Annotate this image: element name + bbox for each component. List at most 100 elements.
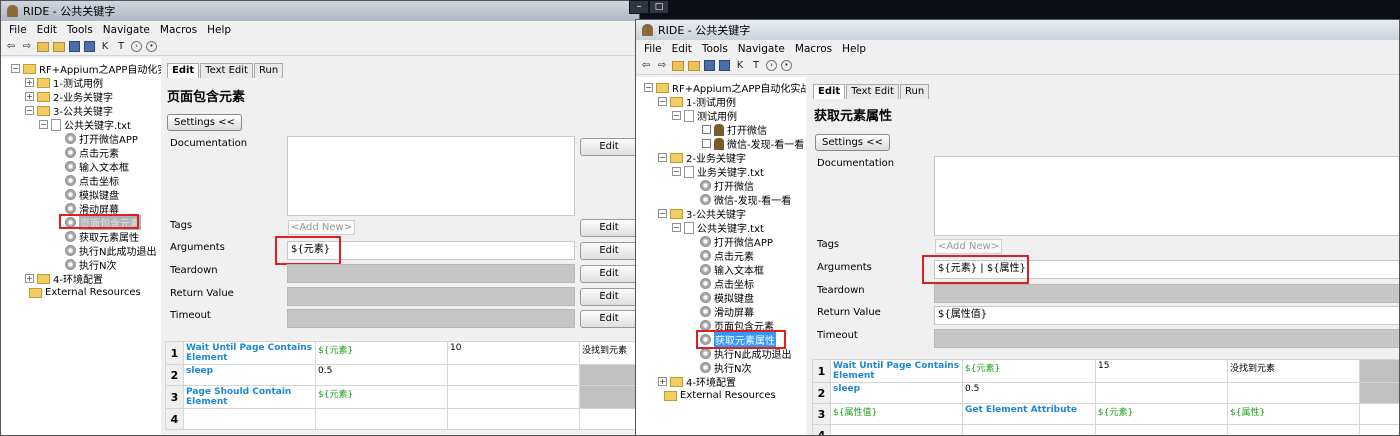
menu-macros[interactable]: Macros (795, 43, 832, 55)
row-number[interactable]: 2 (165, 364, 184, 386)
open-project-icon[interactable] (672, 60, 684, 71)
row-number[interactable]: 4 (165, 408, 184, 430)
collapse-icon[interactable]: − (39, 120, 48, 129)
grid-cell[interactable]: 15 (1095, 359, 1228, 383)
menu-help[interactable]: Help (207, 24, 231, 36)
collapse-icon[interactable]: − (11, 64, 20, 73)
grid-cell[interactable]: ${元素} (315, 341, 448, 365)
grid-cell[interactable] (1227, 424, 1360, 435)
tab-run[interactable]: Run (253, 63, 284, 78)
tree-keyword[interactable]: 输入文本框 (700, 263, 764, 277)
tree-folder-common[interactable]: − 3-公共关键字 (658, 207, 746, 221)
collapse-icon[interactable]: − (658, 97, 667, 106)
teardown-field[interactable] (934, 284, 1399, 303)
teardown-field[interactable] (287, 264, 575, 283)
tree-keyword[interactable]: 模拟键盘 (65, 188, 119, 202)
tab-edit[interactable]: Edit (813, 84, 846, 99)
search-tests-icon[interactable]: T (115, 41, 127, 53)
tree-folder-business[interactable]: − 2-业务关键字 (658, 151, 746, 165)
grid-cell[interactable]: Page Should Contain Element (183, 385, 316, 409)
expand-icon[interactable]: + (25, 78, 34, 87)
grid-cell[interactable] (447, 364, 580, 386)
expand-icon[interactable]: + (658, 377, 667, 386)
timeout-field[interactable] (934, 329, 1399, 348)
tree-file-testcases[interactable]: − 测试用例 (672, 109, 737, 123)
grid-cell[interactable]: 0.5 (962, 382, 1096, 404)
open-directory-icon[interactable] (688, 60, 700, 71)
tree-keyword[interactable]: 执行N此成功退出 (65, 244, 156, 258)
menu-edit[interactable]: Edit (37, 24, 57, 36)
grid-cell[interactable] (183, 408, 316, 430)
menu-navigate[interactable]: Navigate (103, 24, 150, 36)
maximize-icon[interactable]: □ (649, 0, 669, 14)
save-icon[interactable] (704, 60, 715, 71)
grid-cell[interactable]: Wait Until Page Contains Element (830, 359, 963, 383)
grid-cell[interactable] (1095, 424, 1228, 435)
minimize-icon[interactable]: – (629, 0, 649, 14)
grid-cell[interactable]: 10 (447, 341, 580, 365)
back-icon[interactable]: ⇦ (640, 60, 652, 72)
settings-button[interactable]: Settings << (815, 134, 890, 151)
return-value-field[interactable]: ${属性值} (934, 306, 1399, 325)
tree-keyword[interactable]: 滑动屏幕 (700, 305, 754, 319)
grid-cell[interactable] (1227, 382, 1360, 404)
menu-file[interactable]: File (644, 43, 662, 55)
collapse-icon[interactable]: − (672, 167, 681, 176)
save-all-icon[interactable] (84, 41, 95, 52)
tree-keyword[interactable]: 点击元素 (65, 146, 119, 160)
return-value-edit-button[interactable]: Edit (580, 288, 638, 306)
tree-root[interactable]: − RF+Appium之APP自动化实 (11, 62, 161, 76)
checkbox-icon[interactable] (702, 139, 711, 148)
tree-keyword[interactable]: 执行N次 (65, 258, 116, 272)
tags-edit-button[interactable]: Edit (580, 219, 638, 237)
tree-root[interactable]: − RF+Appium之APP自动化实战 (644, 81, 806, 95)
tree-keyword[interactable]: 输入文本框 (65, 160, 129, 174)
grid-cell[interactable]: 没找到元素 (1227, 359, 1360, 383)
tree-keyword[interactable]: 模拟键盘 (700, 291, 754, 305)
settings-button[interactable]: Settings << (167, 114, 242, 131)
grid-cell[interactable]: ${属性值} (830, 403, 963, 425)
grid-cell[interactable]: 没找到元素 (579, 341, 639, 365)
tree-folder-common[interactable]: − 3-公共关键字 (25, 104, 113, 118)
tree-external-resources[interactable]: External Resources (664, 389, 776, 402)
menu-macros[interactable]: Macros (160, 24, 197, 36)
grid-cell[interactable] (830, 424, 963, 435)
tags-add-new[interactable]: <Add New> (288, 220, 356, 235)
grid-cell[interactable]: Get Element Attribute (962, 403, 1096, 425)
grid-cell[interactable] (579, 364, 639, 386)
tab-text-edit[interactable]: Text Edit (846, 84, 899, 99)
open-directory-icon[interactable] (53, 41, 65, 52)
forward-icon[interactable]: ⇨ (21, 41, 33, 53)
row-number[interactable]: 1 (812, 359, 831, 383)
grid-cell[interactable] (447, 408, 580, 430)
stop-icon[interactable]: • (781, 60, 792, 71)
menu-tools[interactable]: Tools (702, 43, 728, 55)
expand-icon[interactable]: + (25, 92, 34, 101)
row-number[interactable]: 2 (812, 382, 831, 404)
save-icon[interactable] (69, 41, 80, 52)
tree-keyword[interactable]: 打开微信APP (700, 235, 773, 249)
back-icon[interactable]: ⇦ (5, 41, 17, 53)
grid-cell[interactable] (962, 424, 1096, 435)
grid-cell[interactable] (1095, 382, 1228, 404)
timeout-field[interactable] (287, 309, 575, 328)
tree-external-resources[interactable]: External Resources (29, 286, 141, 299)
menu-file[interactable]: File (9, 24, 27, 36)
grid-cell[interactable]: Wait Until Page Contains Element (183, 341, 316, 365)
tree-keyword[interactable]: 打开微信APP (65, 132, 138, 146)
grid-cell[interactable]: ${元素} (1095, 403, 1228, 425)
tab-run[interactable]: Run (899, 84, 930, 99)
row-number[interactable]: 3 (165, 385, 184, 409)
row-number[interactable]: 3 (812, 403, 831, 425)
checkbox-icon[interactable] (702, 125, 711, 134)
grid-cell[interactable] (447, 385, 580, 409)
grid-cell[interactable] (1359, 382, 1399, 404)
tree-keyword[interactable]: 微信-发现-看一看 (700, 193, 791, 207)
return-value-field[interactable] (287, 287, 575, 306)
grid-cell[interactable] (1359, 403, 1399, 425)
tree-folder-business[interactable]: +2-业务关键字 (25, 90, 113, 104)
grid-cell[interactable]: sleep (183, 364, 316, 386)
tree-keyword[interactable]: 点击元素 (700, 249, 754, 263)
documentation-field[interactable] (934, 156, 1399, 236)
collapse-icon[interactable]: − (644, 83, 653, 92)
